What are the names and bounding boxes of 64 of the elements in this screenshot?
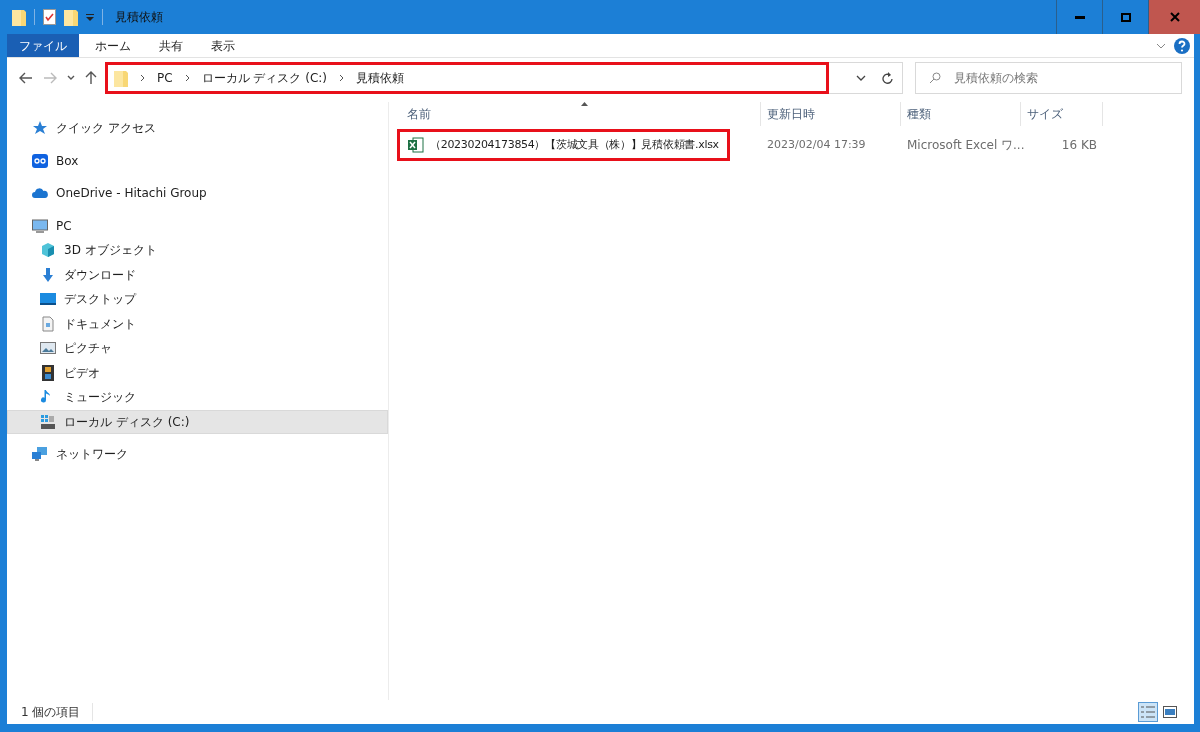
picture-icon: [1163, 706, 1177, 718]
nav-item[interactable]: ビデオ: [7, 360, 388, 385]
nav-item[interactable]: ピクチャ: [7, 336, 388, 361]
date-cell-text: 2023/02/04 17:39: [766, 136, 867, 153]
cube-icon: [40, 242, 56, 259]
nav-item[interactable]: ミュージック: [7, 385, 388, 410]
sort-arrow-icon: [580, 102, 588, 106]
box-logo-icon: [32, 152, 48, 169]
close-button[interactable]: [1148, 0, 1200, 34]
chevron-right-icon: [339, 74, 345, 82]
network-icon: [32, 446, 48, 463]
document-icon: [40, 315, 56, 332]
chevron-right-icon: [140, 74, 145, 82]
folder-icon: [114, 69, 128, 87]
column-header[interactable]: 更新日時: [761, 102, 901, 126]
search-field[interactable]: 見積依頼の検索: [915, 62, 1182, 94]
disk-drive-icon: [40, 413, 56, 430]
ribbon-tab[interactable]: 共有: [147, 34, 195, 57]
folder-icon: [64, 8, 78, 26]
folder-icon: [12, 8, 26, 26]
nav-item[interactable]: Box: [7, 148, 388, 173]
nav-item[interactable]: ネットワーク: [7, 442, 388, 467]
nav-item[interactable]: OneDrive - Hitachi Group: [7, 181, 388, 206]
help-icon[interactable]: [1174, 37, 1190, 54]
chevron-down-icon[interactable]: [856, 75, 866, 81]
refresh-icon[interactable]: [882, 71, 894, 85]
nav-item[interactable]: PC: [7, 213, 388, 238]
window-title: 見積依頼: [115, 9, 163, 26]
nav-item[interactable]: デスクトップ: [7, 287, 388, 312]
film-icon: [40, 364, 56, 381]
spreadsheet-icon: [408, 137, 424, 153]
column-header[interactable]: サイズ: [1021, 102, 1103, 126]
ribbon-tab[interactable]: 表示: [199, 34, 247, 57]
ribbon-tab[interactable]: ホーム: [83, 34, 143, 57]
list-icon: [1141, 706, 1155, 718]
up-arrow-icon[interactable]: [85, 71, 97, 85]
nav-item[interactable]: ダウンロード: [7, 262, 388, 287]
properties-icon[interactable]: [43, 9, 56, 25]
ribbon-tab[interactable]: ファイル: [7, 34, 79, 57]
picture-icon: [40, 340, 56, 357]
down-arrow-icon: [40, 266, 56, 283]
column-header[interactable]: 種類: [901, 102, 1021, 126]
nav-item[interactable]: ドキュメント: [7, 311, 388, 336]
star-icon: [32, 120, 48, 137]
chevron-down-icon[interactable]: [67, 75, 75, 81]
file-name-cell[interactable]: （20230204173854）【茨城文具（株）】見積依頼書.xlsx: [397, 129, 730, 161]
item-count: 1 個の項目: [21, 703, 94, 721]
maximize-icon: [1120, 12, 1131, 22]
breadcrumb[interactable]: ローカル ディスク (C:): [201, 69, 328, 87]
nav-item[interactable]: クイック アクセス: [7, 116, 388, 141]
search-icon: [929, 72, 941, 84]
monitor-icon: [32, 217, 48, 234]
desktop-icon: [40, 291, 56, 308]
chevron-right-icon: [184, 74, 190, 82]
close-icon: [1169, 12, 1180, 22]
nav-item[interactable]: ローカル ディスク (C:): [7, 409, 388, 434]
address-bar[interactable]: PC ローカル ディスク (C:) 見積依頼: [105, 62, 829, 94]
dropdown-icon[interactable]: [86, 13, 94, 21]
back-arrow-icon[interactable]: [19, 72, 33, 84]
breadcrumb[interactable]: PC: [157, 69, 173, 87]
nav-item[interactable]: 3D オブジェクト: [7, 238, 388, 263]
minimize-icon: [1074, 15, 1085, 19]
breadcrumb[interactable]: 見積依頼: [356, 69, 405, 87]
column-header[interactable]: 名前: [401, 102, 761, 126]
